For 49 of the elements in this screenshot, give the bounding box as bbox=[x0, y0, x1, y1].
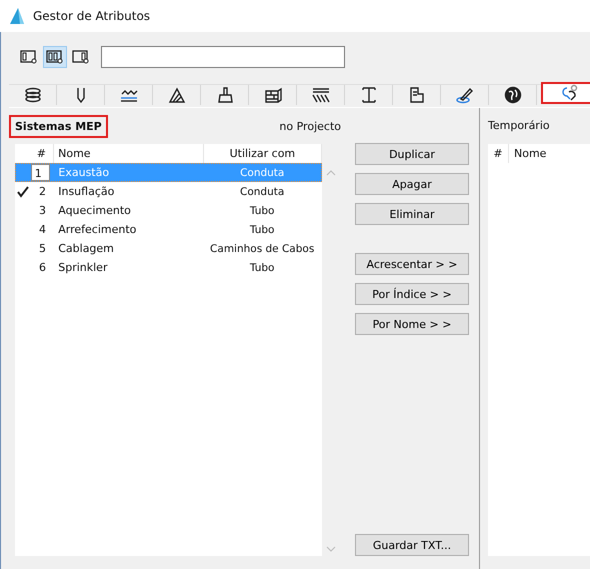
transfer-button[interactable]: Por Nome > > bbox=[355, 313, 469, 335]
table-cell-text: 5 bbox=[38, 242, 47, 255]
pipes-icon bbox=[560, 84, 580, 102]
table-cell-text: Conduta bbox=[239, 166, 286, 178]
table-row[interactable]: 1 Exaustão Conduta bbox=[15, 163, 322, 182]
action-button[interactable]: Duplicar bbox=[355, 143, 469, 165]
window-title: Gestor de Atributos bbox=[33, 9, 150, 23]
layers-icon bbox=[22, 86, 42, 104]
hatch-icon bbox=[166, 86, 186, 104]
window-view-icon bbox=[72, 48, 90, 64]
search-field[interactable] bbox=[101, 46, 345, 68]
action-button[interactable]: Apagar bbox=[355, 173, 469, 195]
panel-title: Temporário bbox=[488, 118, 551, 134]
table-row[interactable]: 2 Insuflação Conduta bbox=[15, 182, 322, 201]
pencil-icon bbox=[454, 86, 474, 104]
table-cell-text: 4 bbox=[38, 223, 47, 236]
panel-subtitle: no Projecto bbox=[279, 120, 341, 132]
table-cell-text: 3 bbox=[38, 204, 47, 217]
table-cell: 1 bbox=[30, 164, 50, 181]
window-view-icon bbox=[20, 48, 38, 64]
brick-icon bbox=[262, 86, 282, 104]
table-cell-text: Conduta bbox=[239, 186, 286, 198]
stripes-icon bbox=[310, 86, 330, 104]
panel-title: Sistemas MEP bbox=[9, 114, 108, 138]
action-button[interactable]: Eliminar bbox=[355, 203, 469, 225]
table-cell-text: 2 bbox=[38, 185, 47, 198]
table-cell-text: Arrefecimento bbox=[57, 223, 138, 236]
app-logo-icon bbox=[9, 7, 25, 25]
table-cell-text: Caminhos de Cabos bbox=[209, 242, 316, 254]
view-mode-button[interactable] bbox=[43, 46, 67, 68]
transfer-button[interactable]: Por Índice > > bbox=[355, 283, 469, 305]
column-header[interactable]: # bbox=[488, 144, 509, 163]
table-cell-text: 6 bbox=[38, 261, 47, 274]
table-row[interactable]: 6 Sprinkler Tubo bbox=[15, 258, 322, 277]
window-view-icon bbox=[46, 48, 64, 64]
table-row[interactable]: 5 Cablagem Caminhos de Cabos bbox=[15, 239, 322, 258]
save-button[interactable]: Guardar TXT... bbox=[355, 534, 469, 556]
table-cell-text: Tubo bbox=[248, 224, 276, 236]
table-row[interactable]: 3 Aquecimento Tubo bbox=[15, 201, 322, 220]
table-cell-text: Tubo bbox=[248, 262, 276, 274]
table-cell-text: Insuflação bbox=[57, 185, 116, 198]
column-header[interactable]: Nome bbox=[509, 144, 546, 163]
table-cell-text: Cablagem bbox=[57, 242, 115, 255]
table-row[interactable]: 4 Arrefecimento Tubo bbox=[15, 220, 322, 239]
table-cell-text: Aquecimento bbox=[57, 204, 132, 217]
table-cell-text: Exaustão bbox=[57, 166, 110, 179]
table-cell-text: Tubo bbox=[248, 204, 276, 216]
table-cell-text: Sprinkler bbox=[57, 261, 108, 274]
transfer-button[interactable]: Acrescentar > > bbox=[355, 253, 469, 275]
